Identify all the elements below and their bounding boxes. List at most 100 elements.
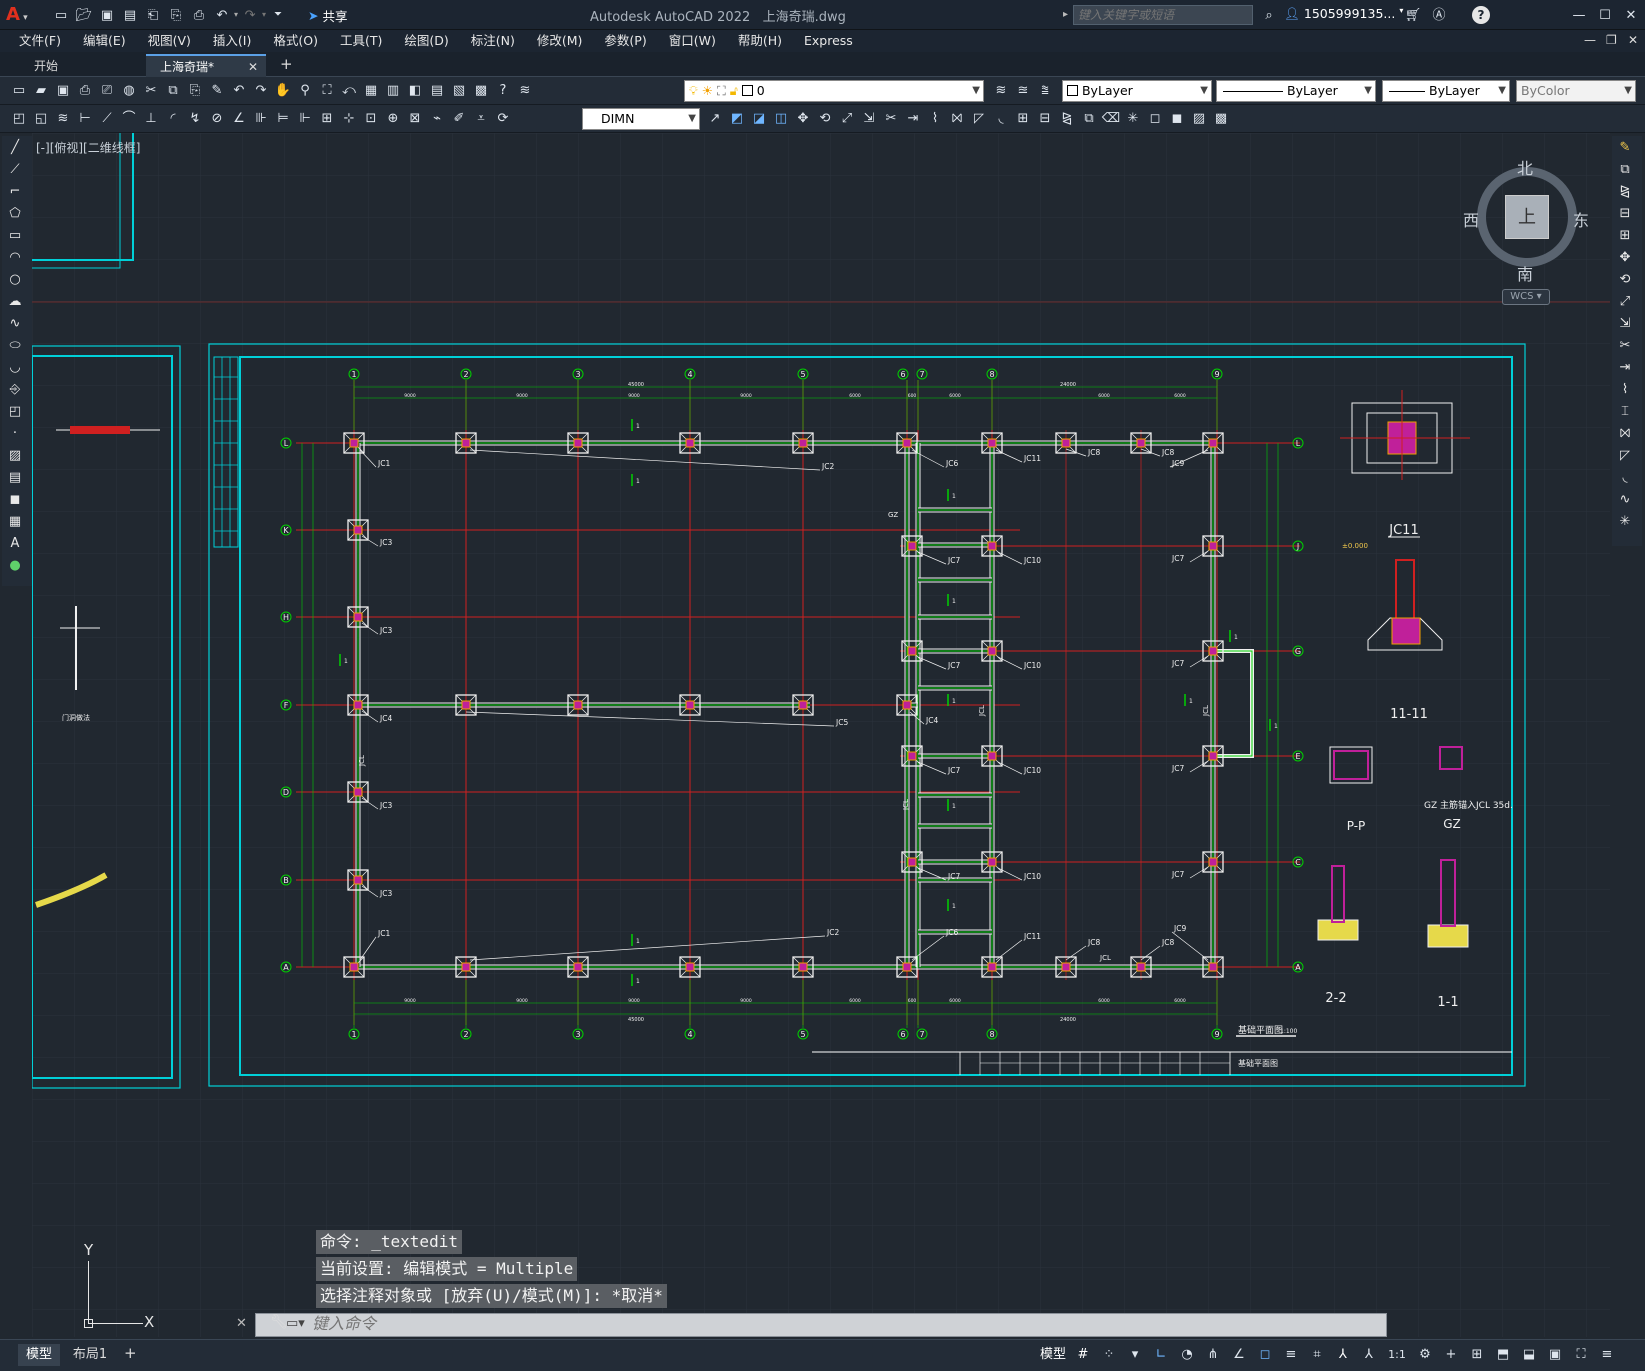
menu-item[interactable]: 插入(I): [202, 30, 262, 52]
paste-icon[interactable]: ⎘: [184, 79, 206, 101]
osnap-track-icon[interactable]: ∠: [1226, 1343, 1252, 1365]
doc-restore-icon[interactable]: ❐: [1606, 33, 1617, 47]
cut-icon[interactable]: ✂: [140, 79, 162, 101]
doc-minimize-icon[interactable]: —: [1584, 33, 1596, 47]
annotation-monitor-icon[interactable]: +: [1438, 1343, 1464, 1365]
jogged-linear-icon[interactable]: ⌁: [426, 107, 448, 129]
point-icon[interactable]: ·: [2, 422, 28, 444]
menu-item[interactable]: 窗口(W): [658, 30, 727, 52]
save-web-icon[interactable]: ⎘: [165, 4, 187, 26]
redo-icon[interactable]: ↷: [239, 4, 261, 26]
color-dropdown[interactable]: ByLayer ▼: [1062, 80, 1212, 102]
save-icon[interactable]: ▣: [96, 4, 118, 26]
inspection-icon[interactable]: ⊠: [404, 107, 426, 129]
osnap-icon[interactable]: ◻: [1252, 1343, 1278, 1365]
region-icon[interactable]: ◼: [1166, 107, 1188, 129]
group-edit-icon[interactable]: ◫: [770, 107, 792, 129]
menu-item[interactable]: 格式(O): [262, 30, 329, 52]
lineweight-dropdown[interactable]: ByLayer ▼: [1382, 80, 1510, 102]
properties-icon[interactable]: ▦: [360, 79, 382, 101]
menu-item[interactable]: 绘图(D): [393, 30, 459, 52]
drawing-canvas[interactable]: 1 1 2 2 3 3 4 4 5 5 6 6 7 7 8 8 9 9 L K H F D B A L J G E C A 45000 2400…: [32, 133, 1610, 1337]
open-web-icon[interactable]: ⎗: [142, 4, 164, 26]
dim-ordinate-icon[interactable]: ⊥: [140, 107, 162, 129]
make-block2-icon[interactable]: ◰: [2, 400, 28, 422]
model-space-button[interactable]: 模型: [1040, 1344, 1066, 1366]
command-input[interactable]: [312, 1315, 1352, 1335]
table-icon[interactable]: ▦: [2, 510, 28, 532]
transparency-icon[interactable]: ⌗: [1304, 1343, 1330, 1365]
save-as-icon[interactable]: ▤: [119, 4, 141, 26]
lineweight-icon[interactable]: ≡: [1278, 1343, 1304, 1365]
layer-match-icon[interactable]: ≋: [52, 107, 74, 129]
menu-item[interactable]: 参数(P): [593, 30, 657, 52]
center-mark-icon[interactable]: ⊕: [382, 107, 404, 129]
wipeout-icon[interactable]: ◻: [1144, 107, 1166, 129]
chamfer-icon[interactable]: ◸: [968, 107, 990, 129]
copy2-icon[interactable]: ⧉: [1612, 158, 1638, 180]
open-icon[interactable]: ▰: [30, 79, 52, 101]
blend-icon[interactable]: ∿: [1612, 488, 1638, 510]
hardware-icon[interactable]: ▣: [1542, 1343, 1568, 1365]
ellipse-icon[interactable]: ⬭: [2, 334, 28, 356]
customize-icon[interactable]: 🔧︎: [270, 1314, 288, 1330]
layer-properties-icon[interactable]: ≋: [990, 79, 1012, 101]
copy-icon[interactable]: ⧉: [162, 79, 184, 101]
menu-item[interactable]: 标注(N): [460, 30, 526, 52]
ellipse-arc-icon[interactable]: ◡: [2, 356, 28, 378]
offset-icon[interactable]: ⊟: [1034, 107, 1056, 129]
move2-icon[interactable]: ✥: [1612, 246, 1638, 268]
rectang-icon[interactable]: ▭: [2, 224, 28, 246]
explode2-icon[interactable]: ✳: [1612, 510, 1638, 532]
isodraft-icon[interactable]: ⋔: [1200, 1343, 1226, 1365]
maximize-icon[interactable]: ☐: [1594, 4, 1616, 26]
trim2-icon[interactable]: ✂: [1612, 334, 1638, 356]
copy-obj-icon[interactable]: ⧉: [1078, 107, 1100, 129]
tab-close-icon[interactable]: ✕: [248, 56, 258, 78]
clean-screen-icon[interactable]: ⛶: [1568, 1343, 1594, 1365]
break-point-icon[interactable]: ⌇: [1612, 378, 1638, 400]
offset2-icon[interactable]: ⊟: [1612, 202, 1638, 224]
units-icon[interactable]: ⊞: [1464, 1343, 1490, 1365]
isolate-icon[interactable]: ⬓: [1516, 1343, 1542, 1365]
spline-icon[interactable]: ∿: [2, 312, 28, 334]
tool-palettes-icon[interactable]: ◧: [404, 79, 426, 101]
layer-previous-icon[interactable]: ⩰: [1034, 79, 1056, 101]
extend2-icon[interactable]: ⇥: [1612, 356, 1638, 378]
gradient2-icon[interactable]: ▤: [2, 466, 28, 488]
customize-status-icon[interactable]: ≡: [1594, 1343, 1620, 1365]
mtext-icon[interactable]: A: [2, 532, 28, 554]
make-block-icon[interactable]: ◰: [8, 107, 30, 129]
ortho-icon[interactable]: ∟: [1148, 1343, 1174, 1365]
matchprop-icon[interactable]: ✎: [206, 79, 228, 101]
search-expand-icon[interactable]: ▸: [1063, 4, 1071, 26]
add-selected-icon[interactable]: ●: [2, 554, 28, 576]
join2-icon[interactable]: ⨝: [1612, 422, 1638, 444]
menu-item[interactable]: 编辑(E): [72, 30, 137, 52]
mirror-icon[interactable]: ⧎: [1056, 107, 1078, 129]
viewcube[interactable]: 上 北 南 东 西: [1463, 157, 1589, 284]
help-icon[interactable]: ?: [1472, 6, 1490, 24]
hatch-icon[interactable]: ▨: [1188, 107, 1210, 129]
save-icon[interactable]: ▣: [52, 79, 74, 101]
viewcube-south[interactable]: 南: [1517, 261, 1533, 285]
stretch2-icon[interactable]: ⇲: [1612, 312, 1638, 334]
menu-item[interactable]: 修改(M): [526, 30, 594, 52]
scale2-icon[interactable]: ⤢: [1612, 290, 1638, 312]
move-icon[interactable]: ✥: [792, 107, 814, 129]
polygon-icon[interactable]: ⬠: [2, 202, 28, 224]
group-icon[interactable]: ◩: [726, 107, 748, 129]
plot-icon[interactable]: ⎙: [74, 79, 96, 101]
xline-icon[interactable]: ⟋: [2, 158, 28, 180]
viewcube-east[interactable]: 东: [1573, 207, 1589, 231]
zoom-prev-icon[interactable]: ⤺: [338, 79, 360, 101]
zoom-window-icon[interactable]: ⛶: [316, 79, 338, 101]
quick-props-icon[interactable]: ⬒: [1490, 1343, 1516, 1365]
help-icon[interactable]: ?: [492, 79, 514, 101]
dim-radius-icon[interactable]: ◜: [162, 107, 184, 129]
pan-icon[interactable]: ✋: [272, 79, 294, 101]
dim-arc-icon[interactable]: ⌒: [118, 107, 140, 129]
annotation-visibility-icon[interactable]: ⅄: [1330, 1343, 1356, 1365]
ungroup-icon[interactable]: ◪: [748, 107, 770, 129]
array-icon[interactable]: ⊞: [1012, 107, 1034, 129]
